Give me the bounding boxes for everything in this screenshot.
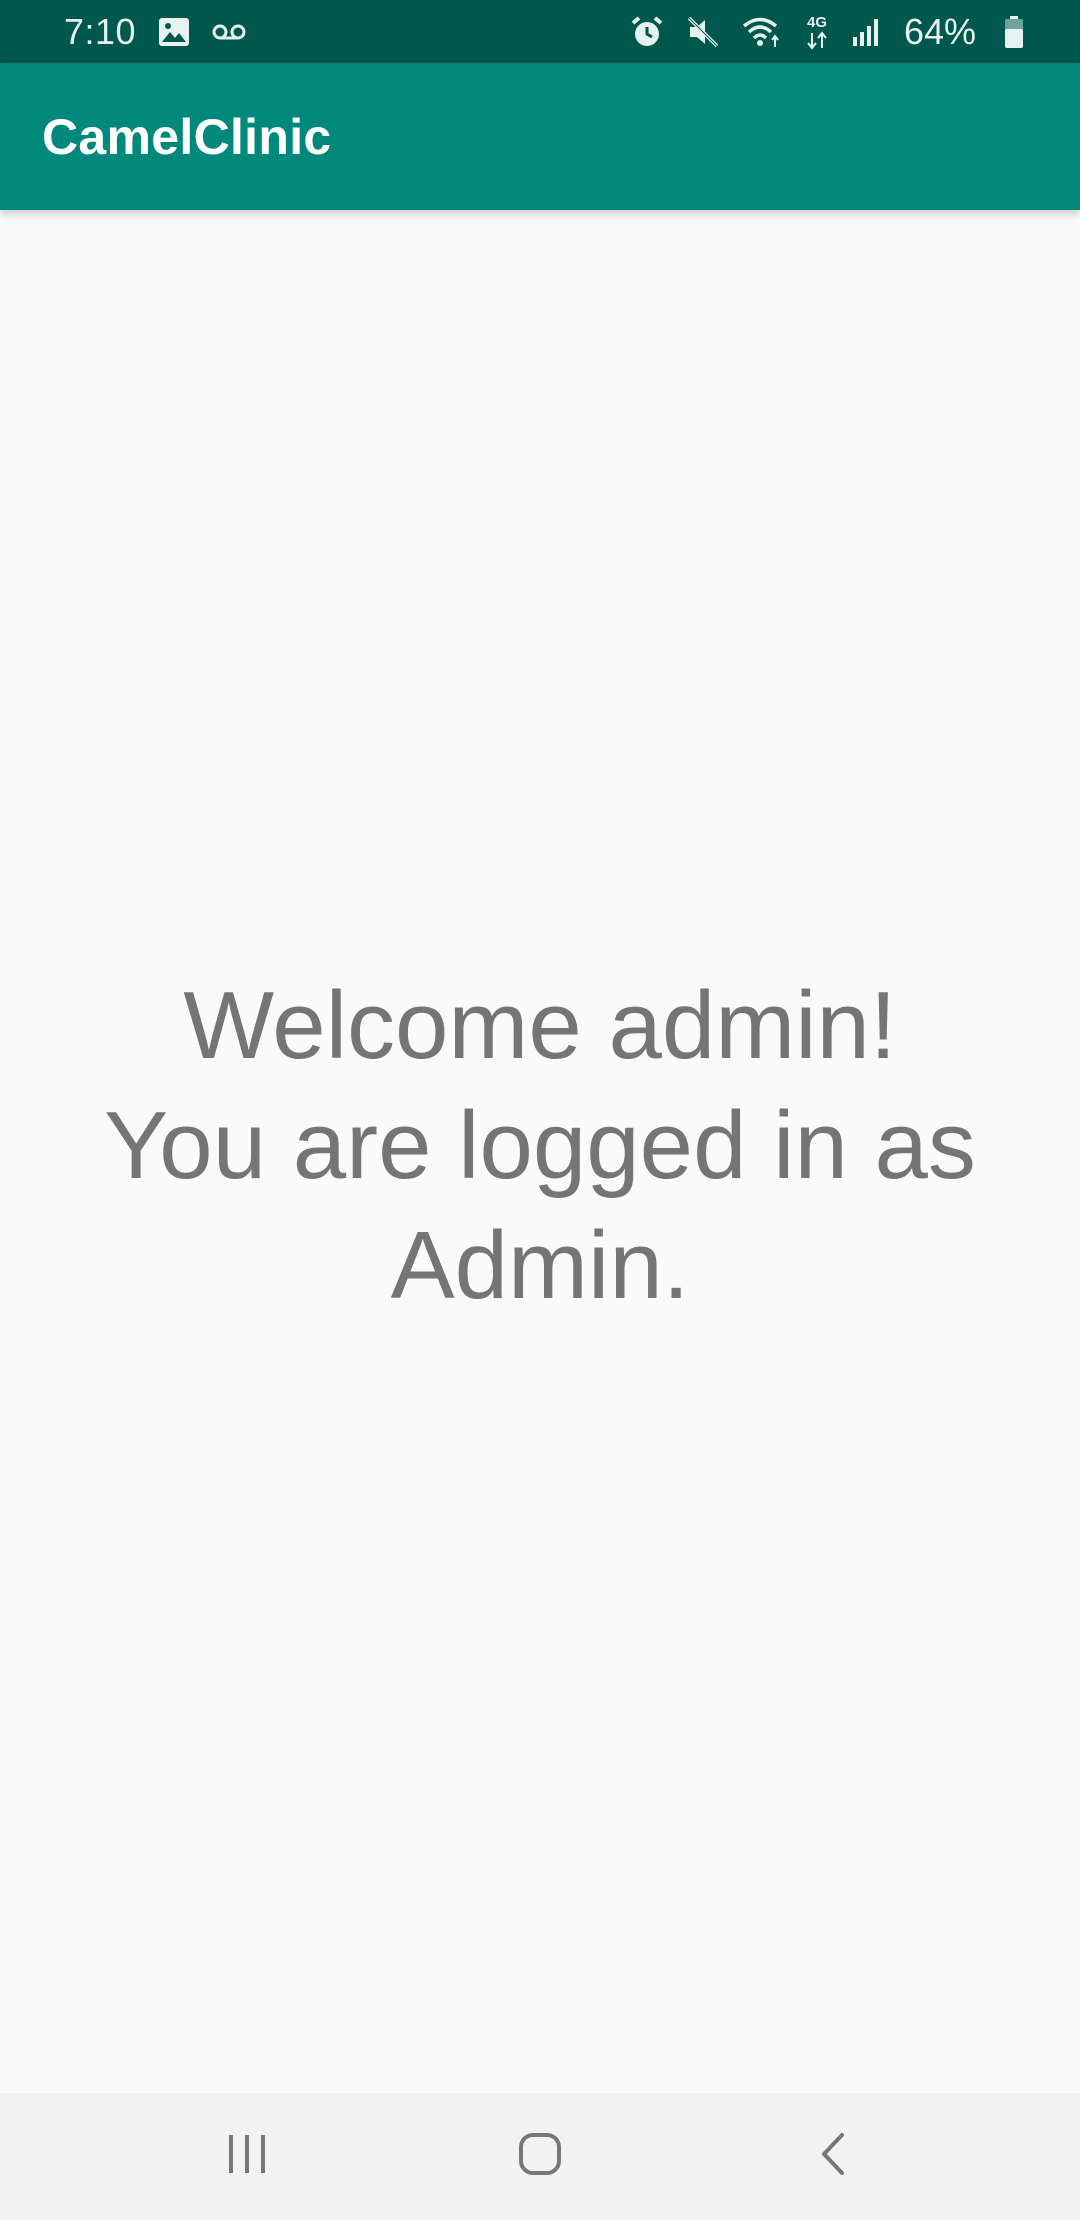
back-icon xyxy=(818,2131,848,2182)
app-title: CamelClinic xyxy=(42,108,332,165)
recent-apps-button[interactable] xyxy=(182,2107,312,2207)
battery-percentage: 64% xyxy=(903,10,976,52)
screen: 7:10 4G 64% CamelClinic Welcome admin! Y… xyxy=(0,0,1080,2220)
status-time: 7:10 xyxy=(64,10,137,52)
alarm-icon xyxy=(630,12,664,52)
navigation-bar xyxy=(0,2093,1080,2220)
network-label: 4G xyxy=(807,14,827,31)
signal-icon xyxy=(852,12,882,52)
network-4g-icon: 4G xyxy=(804,12,830,52)
home-icon xyxy=(517,2131,563,2182)
battery-icon xyxy=(1004,12,1024,52)
mute-icon xyxy=(686,12,720,52)
app-bar: CamelClinic xyxy=(0,63,1080,210)
recent-apps-icon xyxy=(225,2133,269,2180)
voicemail-icon xyxy=(212,12,246,52)
main-content: Welcome admin! You are logged in as Admi… xyxy=(0,210,1080,2093)
status-bar: 7:10 4G 64% xyxy=(0,0,1080,63)
status-right: 4G 64% xyxy=(630,0,1024,63)
wifi-icon xyxy=(742,12,782,52)
back-button[interactable] xyxy=(768,2107,898,2207)
home-button[interactable] xyxy=(475,2107,605,2207)
image-icon xyxy=(158,12,190,52)
welcome-message: Welcome admin! You are logged in as Admi… xyxy=(104,971,976,1319)
status-left: 7:10 xyxy=(64,0,246,63)
